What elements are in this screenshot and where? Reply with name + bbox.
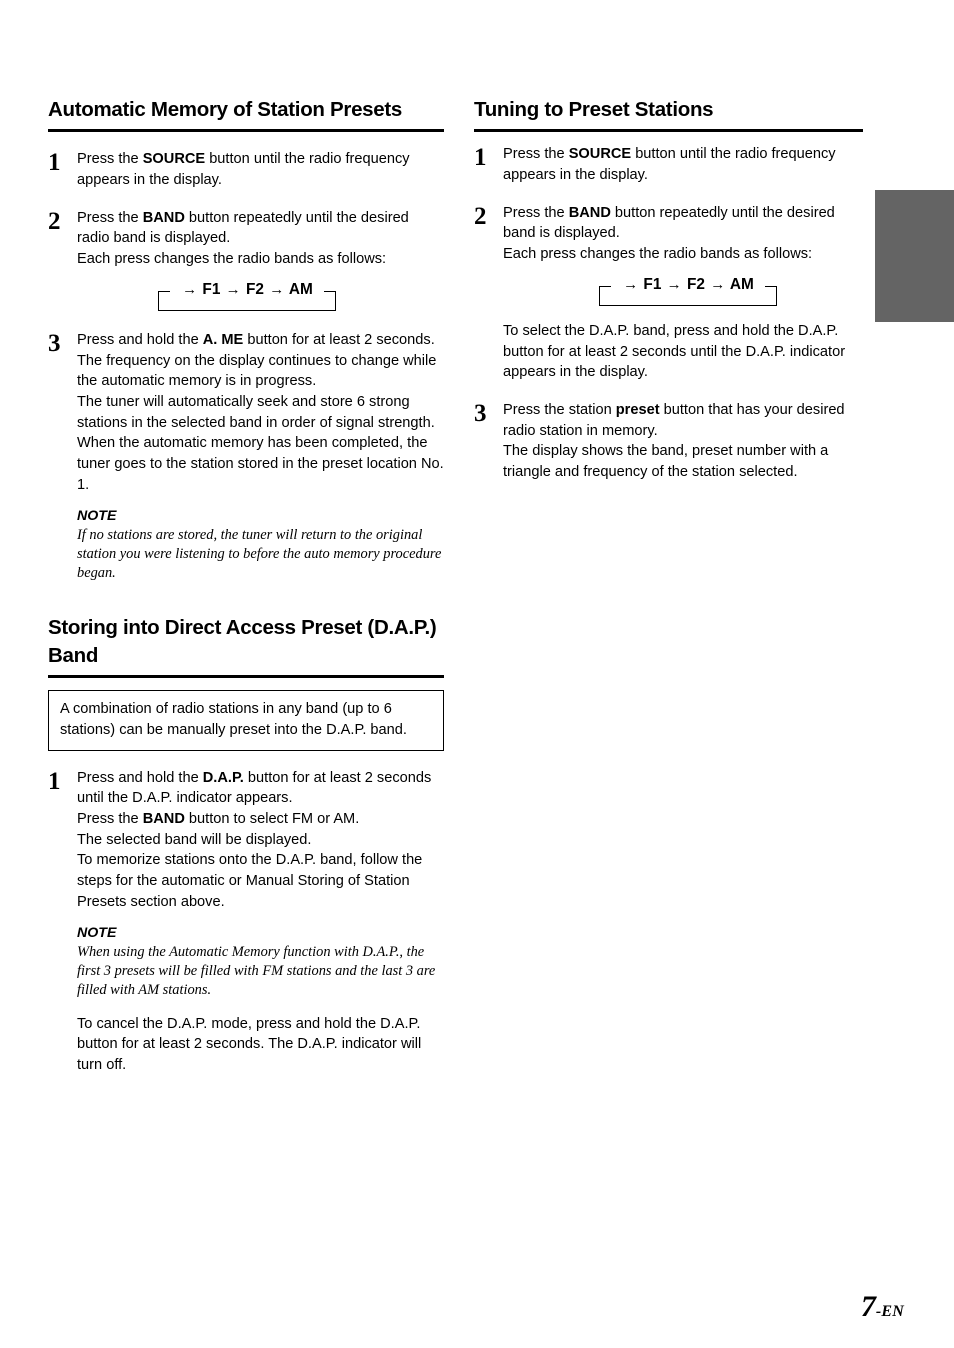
step-text: Press the SOURCE button until the radio …	[503, 144, 863, 185]
body-text: To memorize stations onto the D.A.P. ban…	[77, 852, 423, 910]
heading-tuning-preset-stations: Tuning to Preset Stations	[474, 96, 863, 133]
band-label: F2	[241, 280, 269, 298]
emphasis-text: BAND	[142, 810, 185, 827]
dap-cancel-text: To cancel the D.A.P. mode, press and hol…	[77, 1015, 422, 1073]
emphasis-text: BAND	[142, 209, 185, 226]
body-text: Each press changes the radio bands as fo…	[77, 251, 387, 268]
step-line: To memorize stations onto the D.A.P. ban…	[77, 850, 444, 912]
step-line: The frequency on the display continues t…	[77, 351, 444, 392]
step-line: Press the station preset button that has…	[503, 400, 863, 441]
band-sequence-diagram-right: → F1 → F2 → AM	[599, 275, 777, 308]
band-loop-label: → F1 → F2 → AM	[158, 280, 336, 300]
right-column: Tuning to Preset Stations 1 Press the SO…	[474, 96, 863, 483]
emphasis-text: D.A.P.	[202, 769, 244, 786]
note-text: If no stations are stored, the tuner wil…	[77, 527, 442, 582]
step-text: Press the SOURCE button until the radio …	[77, 149, 444, 190]
step-line: Press the BAND button to select FM or AM…	[77, 809, 444, 830]
step-number: 2	[48, 207, 61, 235]
body-text: The selected band will be displayed.	[77, 831, 312, 848]
emphasis-text: BAND	[568, 204, 611, 221]
body-text: Press and hold the	[77, 769, 203, 786]
step-line: Press and hold the A. ME button for at l…	[77, 330, 444, 351]
arrow-icon: →	[269, 280, 285, 298]
band-loop-label: → F1 → F2 → AM	[599, 275, 777, 295]
note-label: NOTE	[77, 507, 117, 524]
step-line: Press the BAND button repeatedly until t…	[503, 203, 863, 244]
body-text: Press the	[503, 204, 569, 221]
arrow-icon: →	[666, 275, 682, 293]
dap-callout-text: A combination of radio stations in any b…	[60, 701, 407, 738]
arrow-icon: →	[182, 280, 198, 298]
step-text: Press the BAND button repeatedly until t…	[503, 203, 863, 383]
band-label: AM	[726, 275, 754, 293]
body-text: button to select FM or AM.	[184, 810, 360, 827]
arrow-icon: →	[225, 280, 241, 298]
step-line: Press the SOURCE button until the radio …	[77, 149, 444, 190]
band-label: AM	[285, 280, 313, 298]
body-text: Press and hold the	[77, 331, 203, 348]
step-text: Press the station preset button that has…	[503, 400, 863, 483]
body-text: The tuner will automatically seek and st…	[77, 394, 435, 431]
step-item: 2 Press the BAND button repeatedly until…	[474, 203, 863, 383]
body-text: The display shows the band, preset numbe…	[503, 443, 829, 481]
step-item: 3 Press and hold the A. ME button for at…	[48, 330, 444, 584]
step-text: Press and hold the A. ME button for at l…	[77, 330, 444, 584]
arrow-icon: →	[710, 275, 726, 293]
dap-callout-box: A combination of radio stations in any b…	[48, 690, 444, 751]
body-text: Press the	[77, 810, 143, 827]
step-line: Each press changes the radio bands as fo…	[77, 249, 444, 270]
page-number-digit: 7	[860, 1290, 876, 1323]
note-text: When using the Automatic Memory function…	[77, 944, 436, 999]
step-item: 1 Press the SOURCE button until the radi…	[474, 144, 863, 185]
dap-band-select-text: To select the D.A.P. band, press and hol…	[503, 322, 846, 381]
band-label: F2	[682, 275, 710, 293]
step-item: 1 Press the SOURCE button until the radi…	[48, 149, 444, 190]
body-text: Press the	[503, 146, 569, 163]
step-item: 1 Press and hold the D.A.P. button for a…	[48, 768, 444, 1076]
body-text: Press the	[77, 151, 143, 168]
step-line: The display shows the band, preset numbe…	[503, 441, 863, 482]
steps-automatic-memory: 1 Press the SOURCE button until the radi…	[48, 149, 444, 270]
step-line: Press the SOURCE button until the radio …	[503, 144, 863, 185]
step-item: 2 Press the BAND button repeatedly until…	[48, 208, 444, 270]
step-line: The selected band will be displayed.	[77, 830, 444, 851]
emphasis-text: A. ME	[202, 331, 244, 348]
emphasis-text: preset	[615, 402, 660, 419]
body-text: button for at least 2 seconds.	[243, 331, 435, 348]
band-label: F1	[198, 280, 225, 298]
page-number-suffix: -EN	[875, 1303, 904, 1320]
page-number: 7-EN	[861, 1290, 904, 1324]
step-number: 1	[48, 767, 61, 795]
emphasis-text: SOURCE	[568, 146, 632, 163]
step-number: 1	[48, 149, 61, 177]
band-sequence-diagram-left: → F1 → F2 → AM	[158, 280, 336, 313]
heading-automatic-memory: Automatic Memory of Station Presets	[48, 96, 444, 133]
step-line: When the automatic memory has been compl…	[77, 433, 444, 495]
heading-storing-dap: Storing into Direct Access Preset (D.A.P…	[48, 614, 444, 679]
manual-page: Automatic Memory of Station Presets 1 Pr…	[0, 0, 954, 1348]
step-number: 3	[48, 329, 61, 357]
body-text: Press the	[77, 209, 143, 226]
band-label: F1	[639, 275, 666, 293]
step-line: The tuner will automatically seek and st…	[77, 392, 444, 433]
step-number: 1	[474, 144, 487, 172]
emphasis-text: SOURCE	[142, 151, 206, 168]
arrow-icon: →	[623, 275, 639, 293]
step-line: Each press changes the radio bands as fo…	[503, 244, 863, 265]
body-text: When the automatic memory has been compl…	[77, 435, 444, 493]
body-text: The frequency on the display continues t…	[77, 352, 437, 390]
body-text: Each press changes the radio bands as fo…	[503, 246, 813, 263]
step-number: 3	[474, 400, 487, 428]
section-thumb-tab	[875, 190, 954, 322]
step-text: Press the BAND button repeatedly until t…	[77, 208, 444, 270]
step-text: Press and hold the D.A.P. button for at …	[77, 768, 444, 1076]
step-number: 2	[474, 202, 487, 230]
body-text: Press the station	[503, 402, 616, 419]
step-line: Press the BAND button repeatedly until t…	[77, 208, 444, 249]
left-column: Automatic Memory of Station Presets 1 Pr…	[48, 96, 444, 1076]
step-line: Press and hold the D.A.P. button for at …	[77, 768, 444, 809]
note-label: NOTE	[77, 924, 117, 941]
step-item: 3 Press the station preset button that h…	[474, 400, 863, 483]
